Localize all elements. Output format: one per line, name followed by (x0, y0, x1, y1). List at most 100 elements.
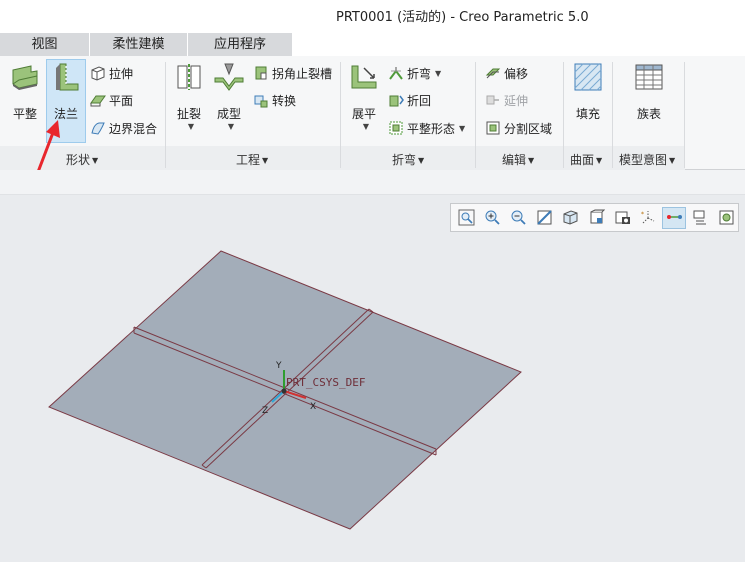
group-surfaces-caret-icon: ▼ (596, 156, 603, 165)
csys-label: PRT_CSYS_DEF (286, 376, 365, 389)
group-bend-caret-icon: ▼ (418, 156, 425, 165)
offset-icon (485, 68, 501, 79)
planar-icon (12, 65, 38, 90)
spin-center-icon (666, 215, 682, 219)
annotation-display-icon (693, 210, 706, 225)
flatten-form-label: 平整形态 (407, 121, 456, 136)
axis-y-label: Y (275, 361, 282, 371)
flange-icon (56, 63, 79, 91)
group-separator (165, 62, 166, 168)
axis-x-label: X (310, 402, 316, 412)
convert-label: 转换 (272, 93, 297, 108)
appearance-button[interactable] (714, 207, 738, 229)
view-manager-button[interactable] (610, 207, 634, 229)
group-model-intent[interactable]: 模型意图 ▼ (619, 151, 675, 168)
corner-relief-icon (255, 66, 267, 80)
bend-back-button[interactable]: 折回 (388, 90, 431, 110)
convert-button[interactable]: 转换 (253, 90, 296, 110)
group-model-intent-label: 模型意图 (619, 153, 668, 167)
graphics-area[interactable]: PRT_CSYS_DEF Y X Z (0, 236, 745, 562)
view-manager-icon (615, 211, 630, 224)
unbend-dropdown-icon[interactable]: ▼ (349, 122, 383, 131)
repaint-button[interactable] (533, 207, 557, 229)
ribbon-tabs: 视图 柔性建模 应用程序 (0, 33, 745, 56)
offset-label: 偏移 (504, 66, 529, 81)
group-separator (612, 62, 613, 168)
group-separator (340, 62, 341, 168)
planar-button[interactable]: 平整 (6, 62, 44, 122)
fill-button[interactable]: 填充 (570, 62, 606, 122)
repaint-icon (537, 210, 552, 225)
appearance-icon (719, 210, 734, 225)
display-style-button[interactable] (559, 207, 583, 229)
group-surfaces-label: 曲面 (570, 153, 595, 167)
group-model-intent-caret-icon: ▼ (669, 156, 676, 165)
bend-label: 折弯 (407, 66, 432, 81)
spin-center-button[interactable] (662, 206, 687, 229)
refit-button[interactable] (455, 207, 479, 229)
zoom-in-icon (485, 210, 500, 225)
boundary-blend-label: 边界混合 (109, 121, 158, 136)
annotation-arrow-icon (36, 120, 60, 173)
bend-dropdown-icon[interactable]: ▼ (435, 69, 441, 78)
unbend-button[interactable]: 展平 ▼ (345, 62, 383, 131)
group-separator (475, 62, 476, 168)
extend-label: 延伸 (504, 93, 529, 108)
zoom-out-button[interactable] (507, 207, 531, 229)
group-shape[interactable]: 形状 ▼ (66, 151, 98, 168)
display-style-icon (563, 210, 578, 225)
corner-relief-button[interactable]: 拐角止裂槽 (253, 63, 332, 83)
family-table-label: 族表 (636, 107, 661, 121)
form-label: 成型 (216, 107, 241, 121)
unbend-label: 展平 (351, 107, 376, 121)
boundary-blend-icon (91, 122, 105, 135)
group-editing[interactable]: 编辑 ▼ (502, 151, 534, 168)
fill-label: 填充 (575, 107, 600, 121)
group-editing-label: 编辑 (502, 153, 527, 167)
tab-view[interactable]: 视图 (0, 33, 90, 56)
axis-z-label: Z (262, 406, 268, 416)
zoom-in-button[interactable] (481, 207, 505, 229)
extrude-label: 拉伸 (109, 66, 134, 81)
form-button[interactable]: 成型 ▼ (210, 62, 248, 131)
tab-flexible-modeling[interactable]: 柔性建模 (90, 33, 188, 56)
split-area-button[interactable]: 分割区域 (485, 118, 552, 138)
family-table-button[interactable]: 族表 (630, 62, 668, 122)
group-bend[interactable]: 折弯 ▼ (392, 151, 424, 168)
flatten-form-button[interactable]: 平整形态 ▼ (388, 118, 465, 138)
form-dropdown-icon[interactable]: ▼ (214, 122, 248, 131)
saved-orientations-button[interactable] (585, 207, 609, 229)
flatten-form-dropdown-icon[interactable]: ▼ (459, 124, 465, 133)
plane-button[interactable]: 平面 (90, 90, 133, 110)
corner-relief-label: 拐角止裂槽 (272, 66, 333, 81)
datum-display-button[interactable]: * (636, 207, 660, 229)
unbend-icon (351, 65, 377, 89)
bend-back-icon (389, 95, 404, 107)
extend-button[interactable]: 延伸 (485, 90, 528, 110)
bend-button[interactable]: 折弯 ▼ (388, 63, 441, 83)
flatten-form-icon (389, 121, 403, 135)
annotation-display-button[interactable] (688, 207, 712, 229)
plane-label: 平面 (109, 93, 134, 108)
family-table-icon (635, 64, 663, 90)
rip-button[interactable]: 扯裂 ▼ (170, 62, 208, 131)
offset-button[interactable]: 偏移 (485, 63, 528, 83)
datum-display-icon: * (641, 211, 655, 224)
group-surfaces[interactable]: 曲面 ▼ (570, 151, 602, 168)
group-shape-label: 形状 (66, 153, 91, 167)
zoom-out-icon (511, 210, 526, 225)
bend-icon (389, 67, 403, 80)
extrude-button[interactable]: 拉伸 (90, 63, 133, 83)
saved-orientations-icon (590, 209, 605, 224)
split-area-label: 分割区域 (504, 121, 553, 136)
boundary-blend-button[interactable]: 边界混合 (90, 118, 157, 138)
rip-dropdown-icon[interactable]: ▼ (174, 122, 208, 131)
convert-icon (254, 95, 268, 108)
group-bend-label: 折弯 (392, 153, 417, 167)
tab-applications[interactable]: 应用程序 (188, 33, 292, 56)
group-engineering[interactable]: 工程 ▼ (236, 151, 268, 168)
group-shape-caret-icon: ▼ (92, 156, 99, 165)
form-icon (214, 63, 244, 91)
flange-button[interactable]: 法兰 (47, 62, 85, 122)
group-separator (684, 62, 685, 168)
